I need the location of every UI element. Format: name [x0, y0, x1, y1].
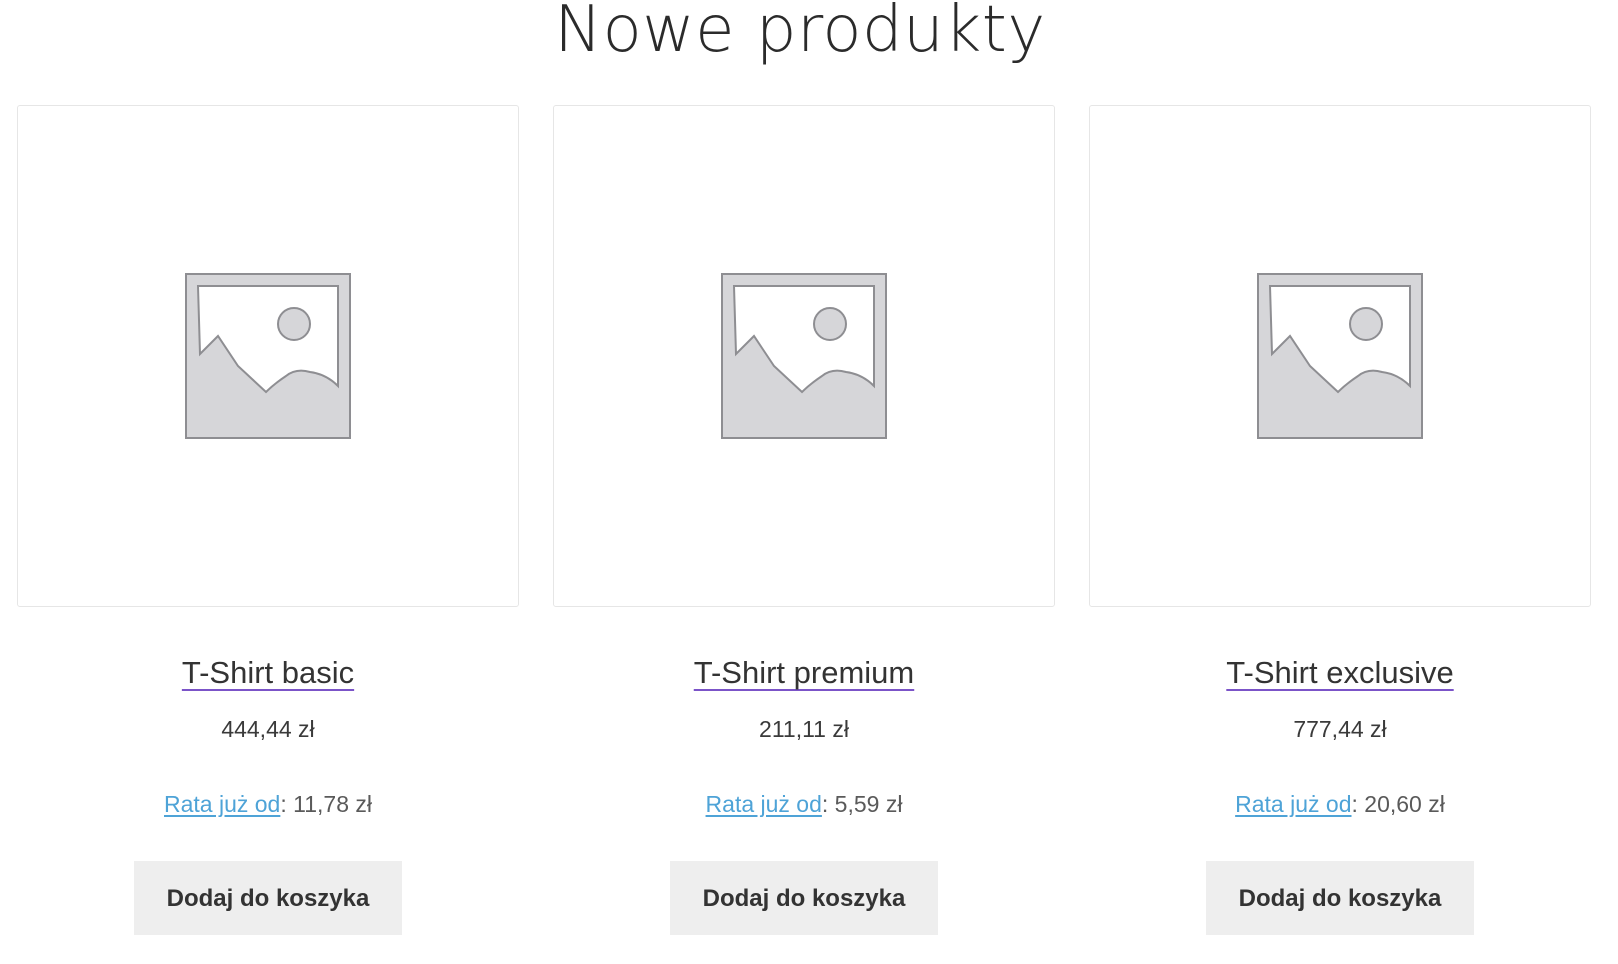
installment-info: Rata już od: 11,78 zł: [17, 789, 519, 819]
installment-info: Rata już od: 5,59 zł: [553, 789, 1055, 819]
product-image[interactable]: [1089, 105, 1591, 607]
product-image[interactable]: [17, 105, 519, 607]
product-title-link[interactable]: T-Shirt premium: [694, 653, 914, 693]
section-title: Nowe produkty: [554, 0, 1046, 67]
product-card: T-Shirt premium 211,11 zł Rata już od: 5…: [553, 105, 1055, 935]
product-card: T-Shirt exclusive 777,44 zł Rata już od:…: [1089, 105, 1591, 935]
installment-link[interactable]: Rata już od: [164, 791, 280, 817]
image-placeholder-icon: [714, 266, 894, 446]
product-image[interactable]: [553, 105, 1055, 607]
installment-value: : 5,59 zł: [821, 791, 903, 817]
image-placeholder-icon: [1250, 266, 1430, 446]
installment-value: : 11,78 zł: [280, 791, 372, 817]
add-to-cart-button[interactable]: Dodaj do koszyka: [670, 861, 938, 935]
product-title-link[interactable]: T-Shirt exclusive: [1226, 653, 1453, 693]
product-title-link[interactable]: T-Shirt basic: [182, 653, 354, 693]
installment-link[interactable]: Rata już od: [706, 791, 822, 817]
installment-value: : 20,60 zł: [1351, 791, 1445, 817]
image-placeholder-icon: [178, 266, 358, 446]
add-to-cart-button[interactable]: Dodaj do koszyka: [134, 861, 402, 935]
product-price: 777,44 zł: [1293, 716, 1387, 742]
installment-link[interactable]: Rata już od: [1235, 791, 1351, 817]
installment-info: Rata już od: 20,60 zł: [1089, 789, 1591, 819]
product-price: 211,11 zł: [759, 716, 849, 742]
product-card: T-Shirt basic 444,44 zł Rata już od: 11,…: [17, 105, 519, 935]
product-price: 444,44 zł: [221, 716, 315, 742]
add-to-cart-button[interactable]: Dodaj do koszyka: [1206, 861, 1474, 935]
